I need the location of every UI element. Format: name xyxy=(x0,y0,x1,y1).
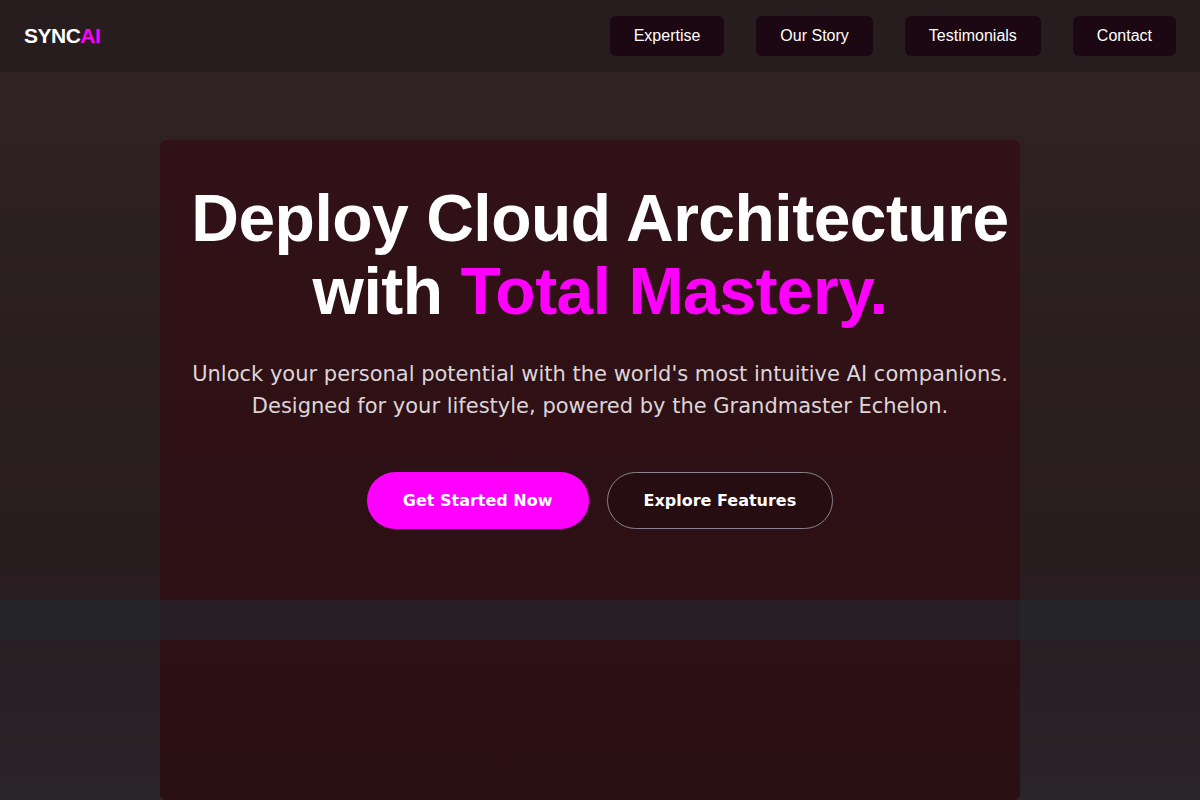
cta-group: Get Started Now Explore Features xyxy=(367,472,833,529)
page-content: SYNCAI Expertise Our Story Testimonials Cont… xyxy=(0,0,1200,800)
landing-page: SYNCAI Expertise Our Story Testimonials Cont… xyxy=(0,0,1200,800)
nav-item[interactable]: Our Story xyxy=(756,16,872,56)
headline-accent: Total Mastery. xyxy=(460,254,887,328)
logo-accent: AI xyxy=(80,24,100,47)
nav-item[interactable]: Testimonials xyxy=(905,16,1041,56)
hero-headline: Deploy Cloud Architecture with Total Mas… xyxy=(170,182,1030,328)
get-started-button[interactable]: Get Started Now xyxy=(367,472,589,529)
top-bar: SYNCAI Expertise Our Story Testimonials Cont… xyxy=(0,0,1200,72)
logo-text: SYNC xyxy=(24,24,80,47)
hero: Deploy Cloud Architecture with Total Mas… xyxy=(0,72,1200,800)
logo[interactable]: SYNCAI xyxy=(24,24,100,48)
hero-subtitle: Unlock your personal potential with the … xyxy=(190,358,1010,422)
nav-item[interactable]: Contact xyxy=(1073,16,1176,56)
nav-item[interactable]: Expertise xyxy=(610,16,725,56)
main-nav: Expertise Our Story Testimonials Contact xyxy=(610,16,1176,56)
explore-features-button[interactable]: Explore Features xyxy=(607,472,834,529)
